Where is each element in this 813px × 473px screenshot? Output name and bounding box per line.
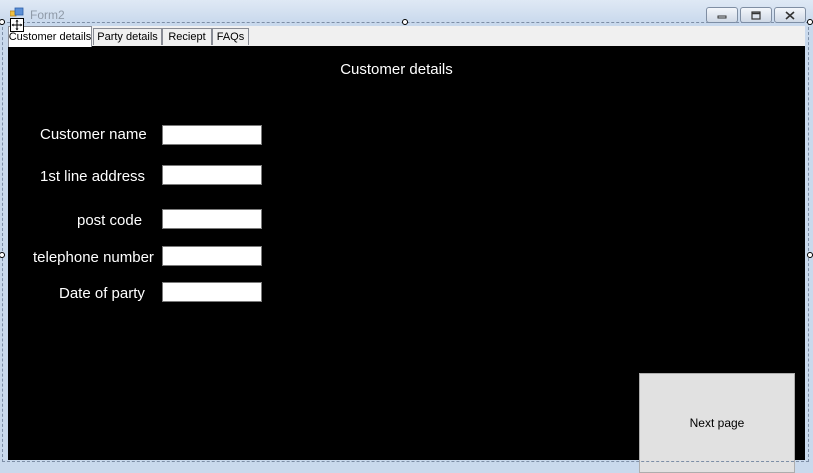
page-title: Customer details bbox=[340, 61, 453, 78]
customer-name-label: Customer name bbox=[40, 126, 147, 143]
minimize-icon bbox=[717, 15, 727, 19]
minimize-button[interactable] bbox=[706, 7, 738, 23]
address-input[interactable] bbox=[162, 165, 262, 185]
move-handle-icon[interactable] bbox=[10, 18, 24, 32]
maximize-button[interactable] bbox=[740, 7, 772, 23]
next-page-button[interactable]: Next page bbox=[639, 373, 795, 473]
resize-handle-top[interactable] bbox=[402, 19, 408, 25]
maximize-icon bbox=[751, 10, 761, 20]
tab-strip: Customer details Party details Reciept F… bbox=[8, 26, 805, 47]
resize-handle-left[interactable] bbox=[0, 252, 5, 258]
customer-name-input[interactable] bbox=[162, 125, 262, 145]
resize-handle-top-right[interactable] bbox=[807, 19, 813, 25]
customer-details-page: Customer details Customer name 1st line … bbox=[8, 46, 805, 473]
party-date-input[interactable] bbox=[162, 282, 262, 302]
address-label: 1st line address bbox=[40, 168, 146, 185]
party-date-label: Date of party bbox=[59, 285, 145, 302]
window-title: Form2 bbox=[30, 8, 65, 22]
close-icon bbox=[785, 10, 795, 20]
tab-party-details[interactable]: Party details bbox=[93, 28, 162, 45]
telephone-input[interactable] bbox=[162, 246, 262, 266]
telephone-label: telephone number bbox=[33, 249, 154, 266]
tab-reciept[interactable]: Reciept bbox=[162, 28, 212, 45]
tab-faqs[interactable]: FAQs bbox=[212, 28, 249, 45]
post-code-input[interactable] bbox=[162, 209, 262, 229]
close-button[interactable] bbox=[774, 7, 806, 23]
post-code-label: post code bbox=[77, 212, 143, 229]
resize-handle-top-left[interactable] bbox=[0, 19, 5, 25]
resize-handle-right[interactable] bbox=[807, 252, 813, 258]
